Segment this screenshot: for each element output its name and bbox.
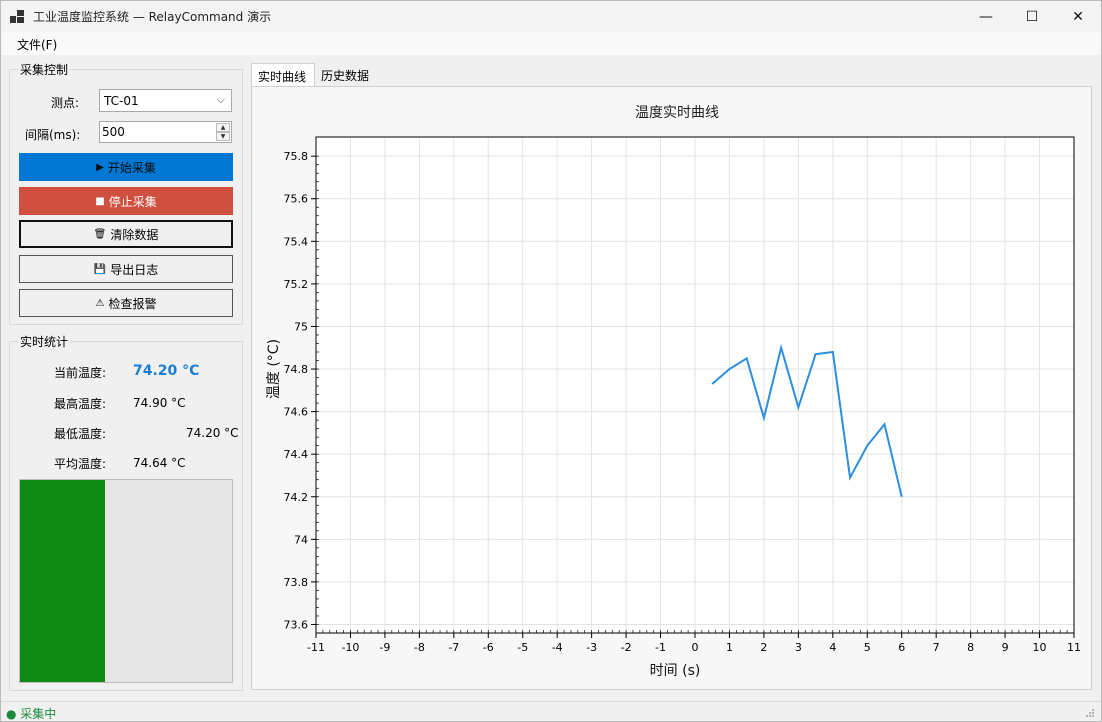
tab-history-data[interactable]: 历史数据: [315, 63, 377, 87]
close-icon: ✕: [1072, 8, 1084, 25]
x-tick-label: 0: [692, 641, 699, 654]
maximize-button[interactable]: ☐: [1009, 1, 1055, 32]
play-icon: ▶: [96, 161, 104, 173]
y-tick-label: 74.8: [284, 363, 309, 376]
stop-icon: ■: [95, 195, 105, 207]
trash-icon: 🗑: [93, 228, 107, 240]
x-tick-label: 9: [1002, 641, 1009, 654]
title-bar[interactable]: 工业温度监控系统 — RelayCommand 演示 — ☐ ✕: [1, 1, 1101, 32]
x-tick-label: -11: [307, 641, 325, 654]
temperature-level-fill: [20, 480, 105, 682]
x-tick-label: 3: [795, 641, 802, 654]
window-title: 工业温度监控系统 — RelayCommand 演示: [33, 10, 272, 24]
interval-value: 500: [102, 125, 125, 139]
y-tick-label: 75.8: [284, 150, 309, 163]
x-tick-label: -2: [621, 641, 632, 654]
check-alarm-label: 检查报警: [108, 296, 157, 311]
y-tick-label: 75.4: [284, 235, 309, 248]
current-temp-label: 当前温度:: [54, 366, 107, 380]
x-tick-label: 2: [760, 641, 767, 654]
y-tick-label: 74: [294, 533, 308, 546]
acquisition-group-title: 采集控制: [18, 61, 71, 78]
current-temp-value: 74.20 °C: [133, 363, 200, 379]
x-tick-label: 1: [726, 641, 733, 654]
x-tick-label: -5: [517, 641, 528, 654]
y-tick-label: 73.8: [284, 576, 309, 589]
x-tick-label: 6: [898, 641, 905, 654]
avg-temp-value: 74.64 °C: [133, 456, 186, 470]
menu-file[interactable]: 文件(F): [17, 36, 57, 53]
y-tick-label: 74.6: [284, 406, 309, 419]
max-temp-label: 最高温度:: [54, 397, 107, 411]
point-select-value: TC-01: [104, 94, 139, 108]
x-tick-label: -7: [448, 641, 459, 654]
y-tick-label: 74.4: [284, 448, 309, 461]
interval-label: 间隔(ms):: [25, 128, 81, 142]
x-tick-label: -8: [414, 641, 425, 654]
avg-temp-label: 平均温度:: [54, 457, 107, 471]
x-tick-label: 7: [933, 641, 940, 654]
stepper-down-icon[interactable]: ▼: [216, 132, 230, 141]
x-tick-label: 8: [967, 641, 974, 654]
y-tick-label: 74.2: [284, 491, 309, 504]
export-log-label: 导出日志: [110, 262, 159, 277]
save-icon: 💾: [93, 263, 107, 275]
x-tick-label: -3: [586, 641, 597, 654]
maximize-icon: ☐: [1025, 8, 1039, 25]
warning-icon: ⚠: [95, 297, 105, 309]
point-label: 测点:: [51, 96, 80, 110]
min-temp-label: 最低温度:: [54, 427, 107, 441]
status-text: ● 采集中: [6, 707, 57, 721]
clear-data-button[interactable]: 🗑 清除数据: [19, 220, 233, 248]
x-tick-label: 5: [864, 641, 871, 654]
app-icon: [10, 10, 24, 24]
start-acquisition-label: 开始采集: [107, 160, 156, 175]
y-tick-label: 73.6: [284, 618, 309, 631]
minimize-button[interactable]: —: [963, 1, 1009, 32]
x-tick-label: -1: [655, 641, 666, 654]
x-tick-label: 4: [829, 641, 836, 654]
x-tick-label: 11: [1067, 641, 1081, 654]
x-axis-label: 时间 (s): [650, 663, 701, 679]
y-tick-label: 75: [294, 320, 308, 333]
y-tick-label: 75.2: [284, 278, 309, 291]
status-bar: ● 采集中: [1, 701, 1101, 721]
min-temp-value: 74.20 °C: [186, 426, 239, 440]
x-tick-label: 10: [1033, 641, 1047, 654]
start-acquisition-button[interactable]: ▶ 开始采集: [19, 153, 233, 181]
tab-realtime-curve[interactable]: 实时曲线: [251, 63, 315, 87]
x-tick-label: -6: [483, 641, 494, 654]
minimize-icon: —: [979, 8, 993, 25]
chart-title: 温度实时曲线: [635, 105, 719, 121]
app-window: 工业温度监控系统 — RelayCommand 演示 — ☐ ✕ 文件(F) 采…: [0, 0, 1102, 722]
x-tick-label: -4: [552, 641, 563, 654]
clear-data-label: 清除数据: [110, 227, 159, 242]
x-tick-label: -9: [379, 641, 390, 654]
y-tick-label: 75.6: [284, 193, 309, 206]
export-log-button[interactable]: 💾 导出日志: [19, 255, 233, 283]
interval-stepper[interactable]: 500 ▲ ▼: [99, 121, 232, 143]
point-select[interactable]: TC-01 ⌵: [99, 89, 232, 112]
temperature-level-bar: [19, 479, 233, 683]
stop-acquisition-label: 停止采集: [108, 194, 157, 209]
menu-bar: 文件(F): [1, 32, 1101, 55]
y-axis-label: 温度 (°C): [266, 339, 282, 399]
resize-grip-icon[interactable]: [1085, 708, 1095, 718]
stop-acquisition-button[interactable]: ■ 停止采集: [19, 187, 233, 215]
close-button[interactable]: ✕: [1055, 1, 1101, 32]
stats-group-title: 实时统计: [18, 333, 71, 350]
stepper-up-icon[interactable]: ▲: [216, 123, 230, 132]
check-alarm-button[interactable]: ⚠ 检查报警: [19, 289, 233, 317]
x-tick-label: -10: [341, 641, 359, 654]
chart-panel: -11 -10 -9 -8 -7 -6 -5 -4 -3 -2 -1 0 1 2 3 4 5 6 7 8 9 10 11 73…: [251, 86, 1092, 690]
max-temp-value: 74.90 °C: [133, 396, 186, 410]
chevron-down-icon: ⌵: [216, 93, 225, 106]
temperature-chart: -11 -10 -9 -8 -7 -6 -5 -4 -3 -2 -1 0 1 2 3 4 5 6 7 8 9 10 1173…: [266, 105, 1081, 679]
